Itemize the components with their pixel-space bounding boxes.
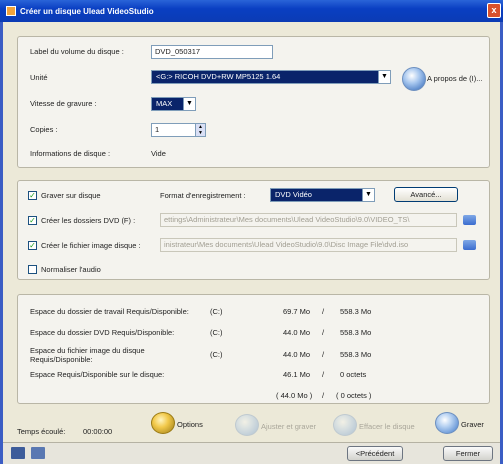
close-button[interactable]: Fermer [443, 446, 493, 461]
title-bar: Créer un disque Ulead VideoStudio x [0, 0, 503, 22]
space-row-required: 69.7 Mo [283, 307, 311, 316]
space-row-required: 44.0 Mo [283, 350, 311, 359]
total-available: ( 0 octets ) [336, 391, 372, 400]
window-content: Label du volume du disque : DVD_050317 U… [3, 22, 500, 442]
app-icon [6, 6, 16, 16]
speed-caption: Vitesse de gravure : [30, 99, 97, 108]
space-row-sep: / [322, 350, 325, 359]
space-row-required: 46.1 Mo [283, 370, 311, 379]
copies-value: 1 [155, 125, 160, 134]
elapsed-value: 00:00:00 [83, 427, 113, 436]
copies-caption: Copies : [30, 125, 58, 134]
disc-settings-panel: Label du volume du disque : DVD_050317 U… [17, 36, 490, 168]
adjust-burn-button[interactable]: Ajuster et graver [261, 422, 316, 431]
image-file-label: Créer le fichier image disque : [41, 241, 141, 250]
space-row-sep: / [322, 328, 325, 337]
erase-disc-icon [333, 414, 357, 436]
format-caption: Format d'enregistrement : [160, 191, 246, 200]
space-row-caption: Espace du fichier image du disque Requis… [30, 346, 145, 364]
space-row-available: 558.3 Mo [340, 307, 372, 316]
total-sep: / [322, 391, 325, 400]
chevron-down-icon[interactable]: ▼ [378, 71, 390, 83]
chevron-down-icon[interactable]: ▼ [183, 98, 195, 110]
space-row-caption: Espace du dossier DVD Requis/Disponible: [30, 328, 175, 337]
normalize-audio-label: Normaliser l'audio [41, 265, 101, 274]
folder-icon[interactable] [463, 240, 476, 250]
output-options-panel: ✓ Graver sur disque Format d'enregistrem… [17, 180, 490, 280]
speed-select[interactable]: MAX ▼ [151, 97, 196, 111]
space-row-drive: (C:) [210, 307, 223, 316]
space-row-sep: / [322, 307, 325, 316]
space-row-caption: Espace du dossier de travail Requis/Disp… [30, 307, 189, 316]
volume-label-input[interactable]: DVD_050317 [151, 45, 273, 59]
space-row-available: 0 octets [340, 370, 367, 379]
dvd-folder-label: Créer les dossiers DVD (F) : [41, 216, 136, 225]
settings-icon[interactable] [31, 447, 45, 459]
format-select-value: DVD Vidéo [275, 190, 312, 199]
space-row-available: 558.3 Mo [340, 328, 372, 337]
disc-info-caption: Informations de disque : [30, 149, 111, 158]
unit-select[interactable]: <G:> RICOH DVD+RW MP5125 1.64 ▼ [151, 70, 391, 84]
speed-select-value: MAX [156, 99, 173, 108]
space-row-sep: / [322, 370, 325, 379]
unit-caption: Unité [30, 73, 48, 82]
space-row-drive: (C:) [210, 328, 223, 337]
window-title: Créer un disque Ulead VideoStudio [20, 6, 154, 16]
normalize-audio-checkbox[interactable]: ✓ [28, 265, 37, 274]
image-file-checkbox[interactable]: ✓ [28, 241, 37, 250]
window-frame: Label du volume du disque : DVD_050317 U… [0, 22, 503, 464]
bottom-bar: <Précédent Fermer [3, 442, 500, 464]
format-select[interactable]: DVD Vidéo ▼ [270, 188, 375, 202]
space-row-required: 44.0 Mo [283, 328, 311, 337]
options-icon[interactable] [151, 412, 175, 434]
close-window-button[interactable]: x [487, 3, 501, 18]
burn-icon[interactable] [435, 412, 459, 434]
space-row-caption: Espace Requis/Disponible sur le disque: [30, 370, 165, 379]
chevron-down-icon[interactable]: ▼ [362, 189, 374, 201]
elapsed-caption: Temps écoulé: [17, 427, 66, 436]
burn-button[interactable]: Graver [461, 420, 484, 429]
stepper-arrows-icon[interactable]: ▲ ▼ [195, 124, 205, 136]
unit-select-value: <G:> RICOH DVD+RW MP5125 1.64 [156, 72, 281, 81]
image-file-path-input[interactable]: inistrateur\Mes documents\Ulead VideoStu… [160, 238, 457, 252]
total-required: ( 44.0 Mo ) [276, 391, 313, 400]
dvd-folder-path-input[interactable]: ettings\Administrateur\Mes documents\Ule… [160, 213, 457, 227]
options-button[interactable]: Options [177, 420, 203, 429]
about-icon[interactable] [402, 67, 426, 91]
burn-checkbox[interactable]: ✓ [28, 191, 37, 200]
film-icon[interactable] [11, 447, 25, 459]
folder-icon[interactable] [463, 215, 476, 225]
space-row-available: 558.3 Mo [340, 350, 372, 359]
space-info-panel: Espace du dossier de travail Requis/Disp… [17, 294, 490, 404]
copies-stepper[interactable]: 1 ▲ ▼ [151, 123, 206, 137]
adjust-burn-icon [235, 414, 259, 436]
disc-info-value: Vide [151, 149, 166, 158]
dvd-folder-checkbox[interactable]: ✓ [28, 216, 37, 225]
about-button[interactable]: A propos de (I)... [427, 74, 482, 83]
burn-label: Graver sur disque [41, 191, 101, 200]
previous-button[interactable]: <Précédent [347, 446, 403, 461]
advanced-button[interactable]: Avancé... [394, 187, 458, 202]
space-row-drive: (C:) [210, 350, 223, 359]
erase-disc-button[interactable]: Effacer le disque [359, 422, 415, 431]
volume-label-caption: Label du volume du disque : [30, 47, 124, 56]
